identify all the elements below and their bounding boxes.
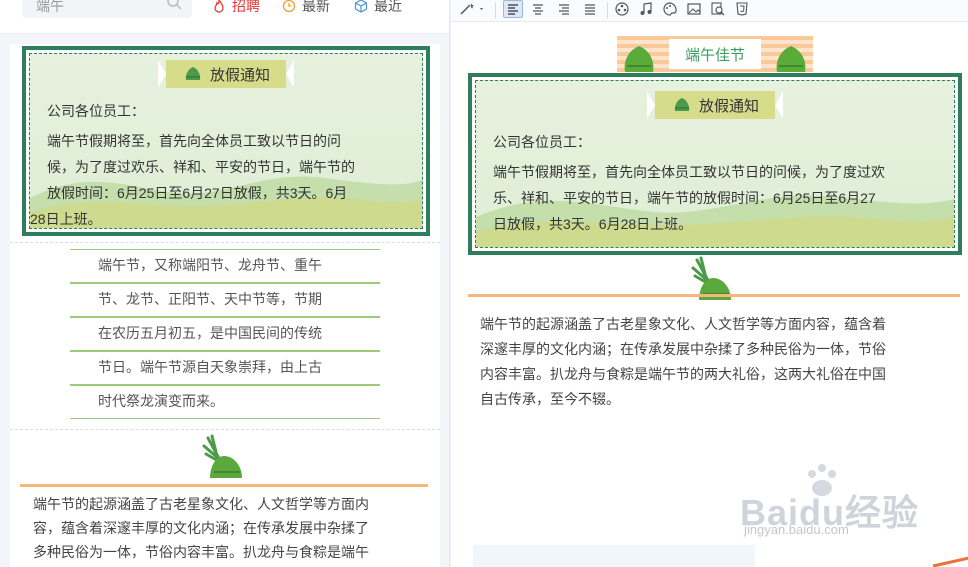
- origin-line-3: 多种民俗为一体，节俗内容丰富。扒龙舟与食粽是端午: [33, 544, 369, 560]
- film-icon[interactable]: [613, 0, 631, 18]
- palette-icon[interactable]: [661, 0, 679, 18]
- zongzi-icon: [185, 67, 201, 80]
- notice-line-3[interactable]: 日放假，共3天。6月28日上班。: [493, 211, 692, 237]
- image-icon[interactable]: [685, 0, 703, 18]
- notice-title: 放假通知: [209, 66, 271, 84]
- editor-toolbar: [451, 0, 968, 22]
- notice-line-3: 放假时间：6月25日至6月27日放假，共3天。6月: [47, 185, 348, 201]
- template-filter-bar: 端午 招聘 最新 最近: [0, 0, 449, 34]
- origin-line-1: 端午节的起源涵盖了古老星象文化、人文哲学等方面内: [33, 496, 369, 512]
- notice-title-band: 放假通知: [646, 91, 784, 119]
- notice-title-band: 放假通知: [157, 60, 295, 88]
- align-left-icon[interactable]: [503, 0, 523, 18]
- search-box[interactable]: 端午: [22, 0, 192, 18]
- lined-row: 节日。端午节源自天象崇拜，由上古: [70, 351, 380, 385]
- lined-row: 时代祭龙演变而来。: [70, 385, 380, 419]
- notice-line-2[interactable]: 乐、祥和、平安的节日，端午节的放假时间：6月25日至6月27: [493, 185, 876, 211]
- orange-divider: [468, 294, 960, 297]
- notice-inner-border: 放假通知 公司各位员工： 端午节假期将至，首先向全体员工致以节日的问候，为了度过…: [475, 80, 955, 248]
- search-icon[interactable]: [166, 0, 182, 10]
- notice-line-1[interactable]: 端午节假期将至，首先向全体员工致以节日的问候，为了度过欢: [493, 159, 885, 185]
- lined-row: 在农历五月初五，是中国民间的传统: [70, 317, 380, 351]
- bamboo-zongzi-icon: [691, 256, 731, 300]
- zongzi-right-icon: [776, 46, 806, 72]
- search-input[interactable]: 端午: [36, 0, 64, 16]
- lined-paragraph[interactable]: 端午节，又称端阳节、龙舟节、重午 节、龙节、正阳节、天中节等，节期 在农历五月初…: [70, 249, 380, 419]
- html5-icon[interactable]: [733, 0, 751, 18]
- notice-line-2: 候，为了度过欢乐、祥和、平安的节日，端午节的: [47, 159, 355, 175]
- card-divider: [10, 242, 440, 243]
- toolbar-separator: [607, 2, 608, 18]
- origin-line-4[interactable]: 自古传承，至今不辍。: [480, 387, 620, 411]
- banner-title: 端午佳节: [669, 39, 761, 69]
- align-justify-icon[interactable]: [581, 0, 599, 18]
- notice-line-4: 28日上班。: [30, 211, 102, 227]
- toolbar-separator: [495, 2, 496, 18]
- zongzi-icon: [674, 98, 690, 111]
- origin-line-2[interactable]: 深邃丰厚的文化内涵；在传承发展中杂揉了多种民俗为一体，节俗: [480, 337, 886, 361]
- origin-line-2: 容，蕴含着深邃丰厚的文化内涵；在传承发展中杂揉了: [33, 520, 369, 536]
- music-icon[interactable]: [637, 0, 655, 18]
- lined-row: 节、龙节、正阳节、天中节等，节期: [70, 283, 380, 317]
- cube-icon: [354, 0, 368, 13]
- zongzi-left-icon: [624, 46, 654, 72]
- tab-recruit-label: 招聘: [232, 0, 260, 14]
- tab-latest-label: 最新: [302, 0, 330, 14]
- tab-recent[interactable]: 最近: [354, 0, 402, 16]
- notice-greeting: 公司各位员工：: [47, 103, 145, 119]
- notice-inner-border: 放假通知 公司各位员工： 端午节假期将至，首先向全体员工致以节日的问 候，为了度…: [29, 53, 423, 229]
- template-card[interactable]: 放假通知 公司各位员工： 端午节假期将至，首先向全体员工致以节日的问 候，为了度…: [10, 44, 440, 567]
- notice-line-1: 端午节假期将至，首先向全体员工致以节日的问: [47, 133, 341, 149]
- holiday-notice-frame[interactable]: 放假通知 公司各位员工： 端午节假期将至，首先向全体员工致以节日的问 候，为了度…: [22, 46, 430, 236]
- tab-recruit[interactable]: 招聘: [212, 0, 260, 16]
- card-divider: [10, 429, 440, 430]
- lined-row: 端午节，又称端阳节、龙舟节、重午: [70, 249, 380, 283]
- clock-icon: [282, 0, 296, 13]
- bamboo-zongzi-icon: [202, 434, 242, 478]
- align-right-icon[interactable]: [555, 0, 573, 18]
- align-center-icon[interactable]: [529, 0, 547, 18]
- template-preview-panel: 端午 招聘 最新 最近 放假通知 公司各位员工： 端午节假期将至，首先向全体员工…: [0, 0, 450, 567]
- find-replace-icon[interactable]: [709, 0, 727, 18]
- watermark-url: jingyan.baidu.com: [744, 522, 849, 537]
- notice-title: 放假通知: [698, 97, 760, 115]
- magic-wand-icon[interactable]: [457, 0, 487, 18]
- corner-decoration: [932, 556, 968, 567]
- origin-line-3[interactable]: 内容丰富。扒龙舟与食粽是端午节的两大礼俗，这两大礼俗在中国: [480, 362, 886, 386]
- tab-latest[interactable]: 最新: [282, 0, 330, 16]
- orange-divider: [20, 484, 428, 487]
- origin-line-1[interactable]: 端午节的起源涵盖了古老星象文化、人文哲学等方面内容，蕴含着: [480, 312, 886, 336]
- notice-greeting[interactable]: 公司各位员工：: [493, 129, 591, 155]
- template-list: 放假通知 公司各位员工： 端午节假期将至，首先向全体员工致以节日的问 候，为了度…: [0, 34, 449, 567]
- editor-placeholder-block: [473, 545, 755, 567]
- holiday-notice-frame[interactable]: 放假通知 公司各位员工： 端午节假期将至，首先向全体员工致以节日的问候，为了度过…: [468, 73, 962, 255]
- baidu-watermark: Baidu经验 jingyan.baidu.com: [740, 462, 920, 542]
- flame-icon: [214, 0, 224, 13]
- tab-recent-label: 最近: [374, 0, 402, 14]
